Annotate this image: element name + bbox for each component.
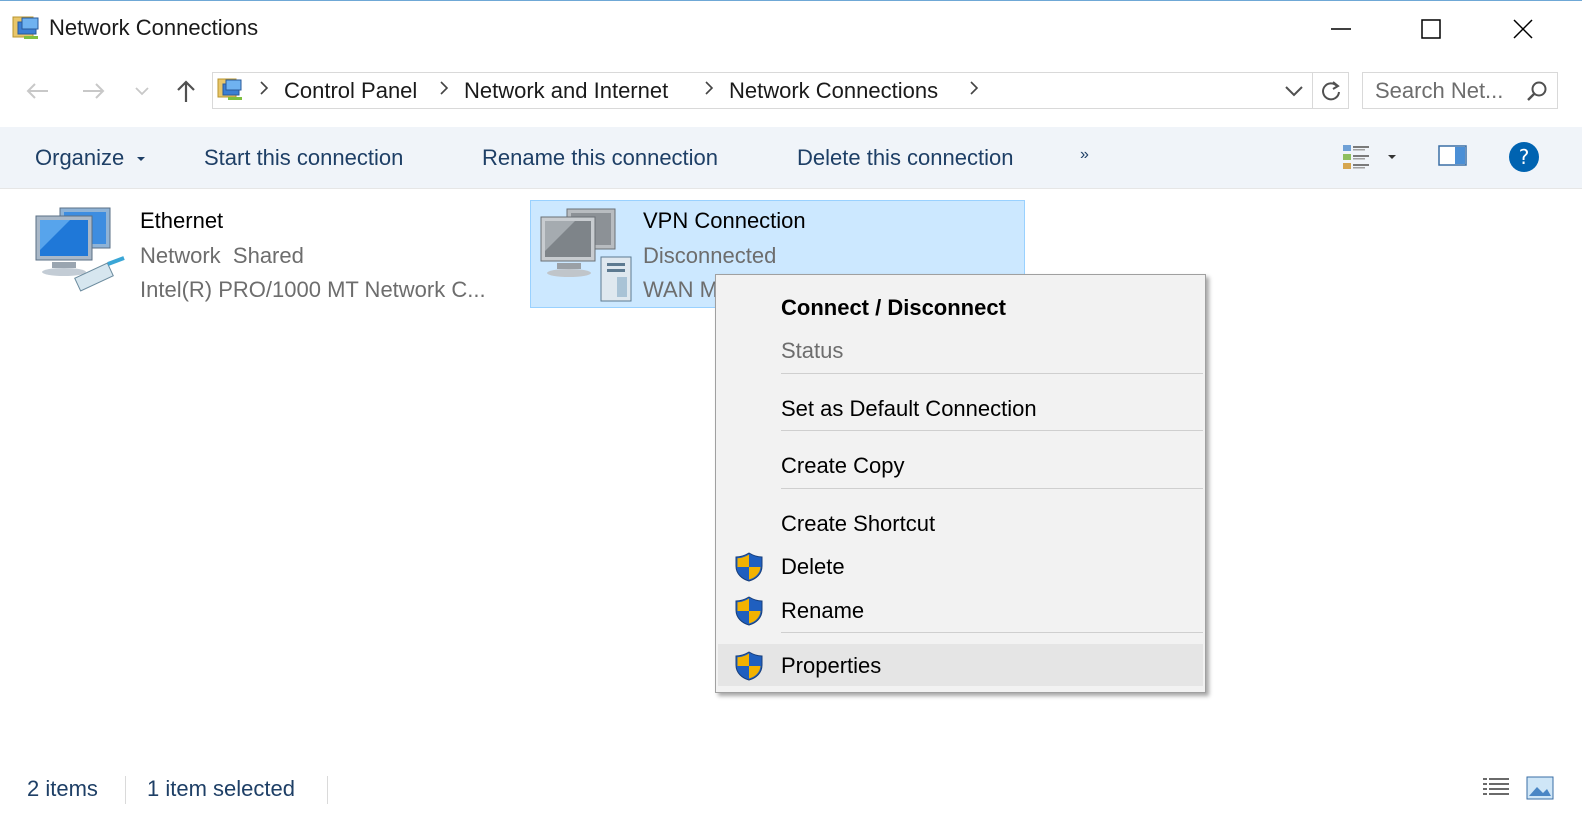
ethernet-device: Intel(R) PRO/1000 MT Network C... xyxy=(140,277,486,302)
dropdown-arrow-icon xyxy=(137,157,146,162)
maximize-icon xyxy=(1421,19,1441,39)
menu-item-label: Status xyxy=(781,338,844,363)
menu-separator xyxy=(781,488,1203,489)
menu-item-create-shortcut[interactable]: Create Shortcut xyxy=(716,502,1205,544)
forward-button[interactable] xyxy=(75,72,113,110)
uac-shield-icon xyxy=(735,651,763,681)
menu-item-label: Delete xyxy=(781,554,845,579)
menu-item-create-copy[interactable]: Create Copy xyxy=(716,444,1205,486)
status-divider xyxy=(125,776,126,804)
window-title: Network Connections xyxy=(49,15,259,40)
close-button[interactable] xyxy=(1477,0,1569,58)
menu-item-label: Create Shortcut xyxy=(781,511,936,536)
details-view-button[interactable] xyxy=(1482,776,1510,805)
preview-pane-icon xyxy=(1438,145,1467,166)
up-arrow-icon xyxy=(177,80,195,102)
network-adapter-icon xyxy=(35,207,125,292)
address-history-dropdown[interactable] xyxy=(1284,84,1304,103)
breadcrumb-control-panel[interactable]: Control Panel xyxy=(284,78,417,104)
status-item-count: 2 items xyxy=(27,776,98,801)
organize-label: Organize xyxy=(35,145,125,170)
search-icon[interactable] xyxy=(1525,80,1549,104)
recent-locations-button[interactable] xyxy=(124,72,160,110)
menu-separator xyxy=(781,430,1203,431)
menu-item-rename[interactable]: Rename xyxy=(716,589,1205,631)
menu-item-label: Create Copy xyxy=(781,453,905,478)
chevron-down-icon xyxy=(135,87,149,96)
minimize-button[interactable] xyxy=(1295,0,1387,58)
close-icon xyxy=(1513,19,1533,39)
breadcrumb-separator-icon[interactable] xyxy=(258,80,270,101)
search-box[interactable] xyxy=(1362,72,1558,109)
help-icon: ? xyxy=(1509,142,1539,172)
context-menu: Connect / Disconnect Status Set as Defau… xyxy=(715,274,1206,693)
menu-item-label: Set as Default Connection xyxy=(781,396,1037,421)
view-options-icon xyxy=(1343,145,1396,169)
vpn-device: WAN M xyxy=(643,277,718,302)
breadcrumb-network-connections[interactable]: Network Connections xyxy=(729,78,938,104)
minimize-icon xyxy=(1331,28,1351,30)
forward-arrow-icon xyxy=(83,83,105,99)
ethernet-item[interactable] xyxy=(30,204,130,300)
up-button[interactable] xyxy=(167,72,205,110)
rename-connection-button[interactable]: Rename this connection xyxy=(482,145,718,171)
menu-item-label: Properties xyxy=(781,653,882,678)
menu-item-set-default[interactable]: Set as Default Connection xyxy=(716,387,1205,429)
control-panel-icon xyxy=(217,77,245,103)
menu-item-label: Connect / Disconnect xyxy=(781,295,1006,320)
help-button[interactable]: ? xyxy=(1508,141,1540,178)
organize-menu[interactable]: Organize xyxy=(35,145,146,171)
breadcrumb-network-and-internet[interactable]: Network and Internet xyxy=(464,78,668,104)
refresh-icon xyxy=(1321,80,1340,100)
menu-separator xyxy=(781,373,1203,374)
chevron-down-icon xyxy=(1285,86,1303,97)
back-arrow-icon xyxy=(26,83,48,99)
menu-item-label: Rename xyxy=(781,598,865,623)
more-commands-button[interactable]: » xyxy=(1080,146,1089,164)
uac-shield-icon xyxy=(735,596,763,626)
menu-item-connect-disconnect[interactable]: Connect / Disconnect xyxy=(716,286,1205,328)
ethernet-status: Network Shared xyxy=(140,243,304,268)
vpn-name: VPN Connection xyxy=(643,208,806,233)
status-selected-count: 1 item selected xyxy=(147,776,295,801)
uac-shield-icon xyxy=(735,552,763,582)
breadcrumb-separator-icon[interactable] xyxy=(438,80,450,101)
vpn-adapter-icon xyxy=(540,208,632,302)
svg-text:?: ? xyxy=(1519,145,1530,169)
menu-item-delete[interactable]: Delete xyxy=(716,545,1205,587)
maximize-button[interactable] xyxy=(1385,0,1477,58)
large-icons-view-button[interactable] xyxy=(1526,776,1554,805)
preview-pane-button[interactable] xyxy=(1438,144,1468,173)
large-icons-view-icon xyxy=(1526,776,1554,800)
back-button[interactable] xyxy=(18,72,56,110)
change-view-button[interactable] xyxy=(1342,143,1402,178)
delete-connection-button[interactable]: Delete this connection xyxy=(797,145,1013,171)
breadcrumb-separator-icon[interactable] xyxy=(968,80,980,101)
menu-item-status[interactable]: Status xyxy=(716,329,1205,371)
status-divider xyxy=(327,776,328,804)
network-connections-app-icon xyxy=(12,14,42,42)
details-view-icon xyxy=(1483,778,1509,795)
menu-separator xyxy=(781,632,1203,633)
search-input[interactable] xyxy=(1375,78,1515,104)
refresh-button[interactable] xyxy=(1313,72,1349,109)
ethernet-name: Ethernet xyxy=(140,208,224,233)
breadcrumb-separator-icon[interactable] xyxy=(703,80,715,101)
start-connection-button[interactable]: Start this connection xyxy=(204,145,403,171)
menu-item-properties[interactable]: Properties xyxy=(718,644,1203,686)
vpn-status: Disconnected xyxy=(643,243,777,268)
